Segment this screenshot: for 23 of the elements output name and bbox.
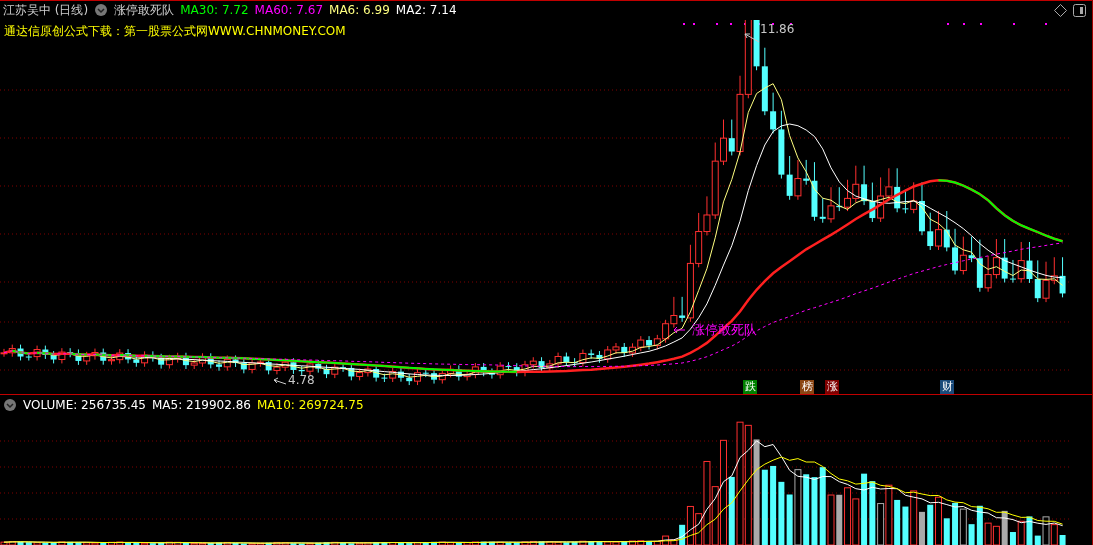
arrow-icon xyxy=(744,33,760,43)
volume-reading: MA5: 219902.86 xyxy=(152,398,251,413)
high-price-label: 11.86 xyxy=(760,21,795,36)
arrow-icon xyxy=(273,377,287,385)
event-badge: 榜 xyxy=(800,379,814,394)
arrow-icon xyxy=(673,326,686,334)
info-text: 通达信原创公式下载：第一股票公式网WWW.CHNMONEY.COM xyxy=(4,22,346,40)
dropdown-button[interactable] xyxy=(3,398,17,413)
ma-reading: MA30: 7.72 xyxy=(180,3,249,18)
panel-toggle-icon[interactable] xyxy=(1073,4,1086,17)
low-price-label: 4.78 xyxy=(288,372,315,387)
event-badge: 涨 xyxy=(825,379,839,394)
security-title: 江苏吴中 (日线) xyxy=(3,2,89,19)
ma-reading: MA2: 7.14 xyxy=(395,3,457,18)
indicator-name: 涨停敢死队 xyxy=(114,2,175,19)
volume-reading: MA10: 269724.75 xyxy=(256,398,364,413)
diamond-icon[interactable] xyxy=(1054,4,1067,17)
event-badge: 跌 xyxy=(743,379,757,394)
ma-reading: MA60: 7.67 xyxy=(254,3,324,18)
volume-reading: VOLUME: 256735.45 xyxy=(23,398,146,413)
dropdown-button[interactable] xyxy=(94,3,109,18)
event-badge: 财 xyxy=(940,379,954,394)
ma-reading: MA6: 6.99 xyxy=(329,3,390,18)
